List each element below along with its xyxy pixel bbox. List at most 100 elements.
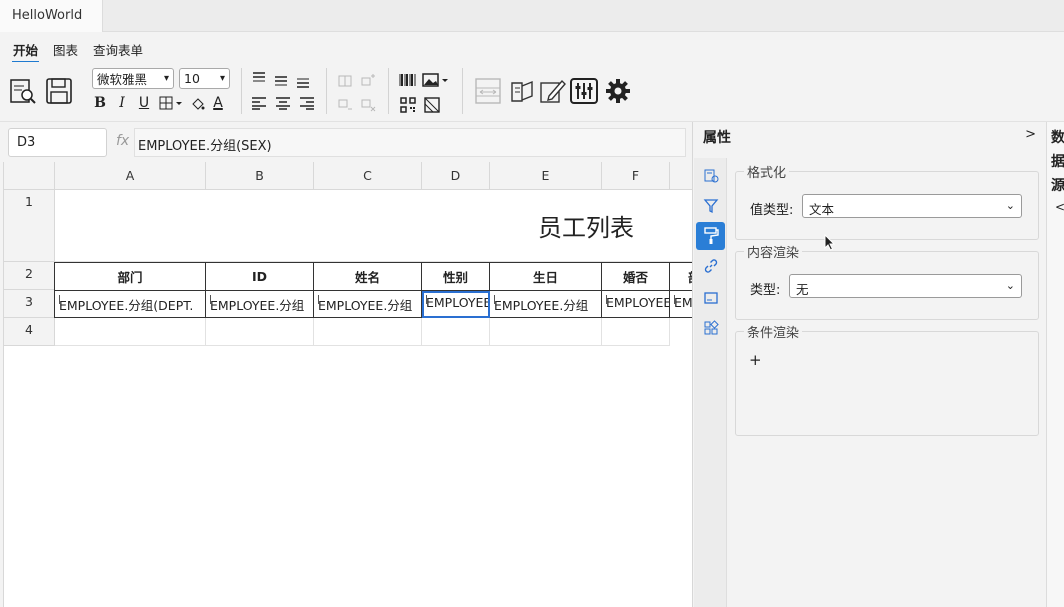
value-type-value: 文本	[809, 202, 835, 217]
properties-panel: 属性 > 格式化 值类型: 文本 ⌄ 内容渲染 类型: 无 ⌄ 条件渲染 +	[692, 122, 1046, 607]
render-type-select[interactable]: 无 ⌄	[789, 274, 1022, 298]
form-icon[interactable]	[696, 284, 725, 312]
render-type-label: 类型:	[750, 283, 781, 298]
font-size-value: 10	[184, 71, 200, 86]
preview-icon[interactable]	[6, 74, 40, 108]
align-left-icon[interactable]	[249, 93, 269, 113]
header-cell-partial[interactable]: 部	[670, 262, 692, 291]
report-settings-icon[interactable]	[505, 74, 539, 108]
align-top-icon[interactable]	[249, 68, 269, 88]
widgets-icon[interactable]	[696, 314, 725, 342]
row-header-3[interactable]: 3	[4, 290, 55, 318]
column-header-c[interactable]: C	[314, 162, 422, 190]
tab-start[interactable]: 开始	[11, 40, 40, 64]
data-cell-b3[interactable]: EMPLOYEE.分组	[206, 291, 314, 318]
row-header-2[interactable]: 2	[4, 262, 55, 290]
column-header-f[interactable]: F	[602, 162, 670, 190]
panel-collapse-button[interactable]: >	[1025, 127, 1036, 142]
header-cell-married[interactable]: 婚否	[602, 262, 670, 291]
fill-color-icon[interactable]	[188, 93, 208, 113]
empty-cell-e4[interactable]	[490, 318, 602, 346]
panel-icon-bar	[694, 158, 727, 607]
sliders-icon[interactable]	[567, 74, 601, 108]
empty-cell-b4[interactable]	[206, 318, 314, 346]
value-type-select[interactable]: 文本 ⌄	[802, 194, 1022, 218]
delete-row-icon	[335, 95, 355, 115]
underline-button[interactable]: U	[134, 93, 154, 113]
formula-input[interactable]: EMPLOYEE.分组(SEX)	[134, 128, 686, 157]
tab-chart[interactable]: 图表	[53, 40, 78, 59]
report-title-cell[interactable]: 员工列表	[55, 190, 692, 262]
toolbar: 微软雅黑 ▾ 10 ▾ B I U A	[0, 62, 1064, 122]
document-tab-bar: HelloWorld	[0, 0, 1064, 32]
content-render-legend: 内容渲染	[747, 246, 800, 261]
datasource-expand-button[interactable]: <	[1055, 200, 1064, 214]
edit-icon[interactable]	[535, 74, 569, 108]
paint-roller-icon[interactable]	[696, 222, 725, 250]
cell-settings-icon[interactable]	[696, 162, 725, 190]
data-cell-a3[interactable]: EMPLOYEE.分组(DEPT.	[54, 291, 206, 318]
align-bottom-icon[interactable]	[293, 72, 313, 92]
data-cell-f3[interactable]: EMPLOYEE	[602, 291, 670, 318]
add-condition-button[interactable]: +	[749, 351, 762, 369]
column-header-b[interactable]: B	[206, 162, 314, 190]
format-group-legend: 格式化	[747, 166, 787, 181]
header-cell-dept[interactable]: 部门	[54, 262, 206, 291]
image-icon[interactable]	[422, 70, 450, 90]
align-middle-icon[interactable]	[271, 70, 291, 90]
conditional-render-legend: 条件渲染	[747, 326, 800, 341]
column-header-e[interactable]: E	[490, 162, 602, 190]
italic-button[interactable]: I	[112, 93, 132, 113]
border-button[interactable]	[158, 93, 186, 113]
tab-query-form[interactable]: 查询表单	[93, 40, 143, 59]
data-cell-d3[interactable]: EMPLOYEE	[422, 291, 490, 318]
column-header-a[interactable]: A	[55, 162, 206, 190]
datasource-panel[interactable]: 数据源 <	[1046, 122, 1064, 607]
merge-cells-icon	[335, 71, 355, 91]
data-cell-e3[interactable]: EMPLOYEE.分组	[490, 291, 602, 318]
render-type-value: 无	[796, 282, 809, 297]
qrcode-icon[interactable]	[398, 95, 418, 115]
grid-corner[interactable]	[4, 162, 55, 190]
ribbon-tabs: 开始 图表 查询表单	[0, 32, 1064, 64]
align-center-icon[interactable]	[273, 93, 293, 113]
data-cell-g3[interactable]: EMP	[670, 291, 692, 318]
report-title: 员工列表	[538, 214, 634, 242]
bold-button[interactable]: B	[90, 93, 110, 113]
spreadsheet-grid[interactable]: A B C D E F 1 2 3 4 员工列表 部门 ID 姓名 性别 生日 …	[3, 162, 692, 607]
slash-cell-icon[interactable]	[422, 95, 442, 115]
link-icon[interactable]	[696, 252, 725, 280]
font-family-value: 微软雅黑	[97, 72, 148, 87]
chevron-down-icon: ⌄	[1005, 199, 1015, 212]
delete-col-icon	[358, 95, 378, 115]
empty-cell-a4[interactable]	[55, 318, 206, 346]
save-icon[interactable]	[42, 74, 76, 108]
empty-cell-f4[interactable]	[602, 318, 670, 346]
column-header-g[interactable]	[670, 162, 692, 190]
header-cell-birthday[interactable]: 生日	[490, 262, 602, 291]
cell-reference-box[interactable]: D3	[8, 128, 107, 157]
barcode-icon[interactable]	[398, 70, 418, 90]
mouse-cursor-icon	[824, 234, 836, 251]
row-header-1[interactable]: 1	[4, 190, 55, 262]
empty-cell-c4[interactable]	[314, 318, 422, 346]
data-cell-c3[interactable]: EMPLOYEE.分组	[314, 291, 422, 318]
column-width-icon	[471, 74, 505, 108]
font-size-select[interactable]: 10 ▾	[179, 68, 230, 89]
datasource-title: 数据源	[1051, 130, 1064, 194]
font-family-select[interactable]: 微软雅黑 ▾	[92, 68, 174, 89]
fx-icon: fx	[116, 133, 130, 149]
align-right-icon[interactable]	[297, 93, 317, 113]
gear-icon[interactable]	[601, 74, 635, 108]
empty-cell-d4[interactable]	[422, 318, 490, 346]
header-cell-name[interactable]: 姓名	[314, 262, 422, 291]
font-color-button[interactable]: A	[208, 93, 228, 113]
conditional-render-group: 条件渲染	[735, 322, 1039, 436]
column-header-d[interactable]: D	[422, 162, 490, 190]
chevron-down-icon: ▾	[219, 73, 225, 84]
header-cell-id[interactable]: ID	[206, 262, 314, 291]
filter-icon[interactable]	[696, 192, 725, 220]
header-cell-sex[interactable]: 性别	[422, 262, 490, 291]
row-header-4[interactable]: 4	[4, 318, 55, 346]
document-tab-helloworld[interactable]: HelloWorld	[0, 0, 103, 32]
